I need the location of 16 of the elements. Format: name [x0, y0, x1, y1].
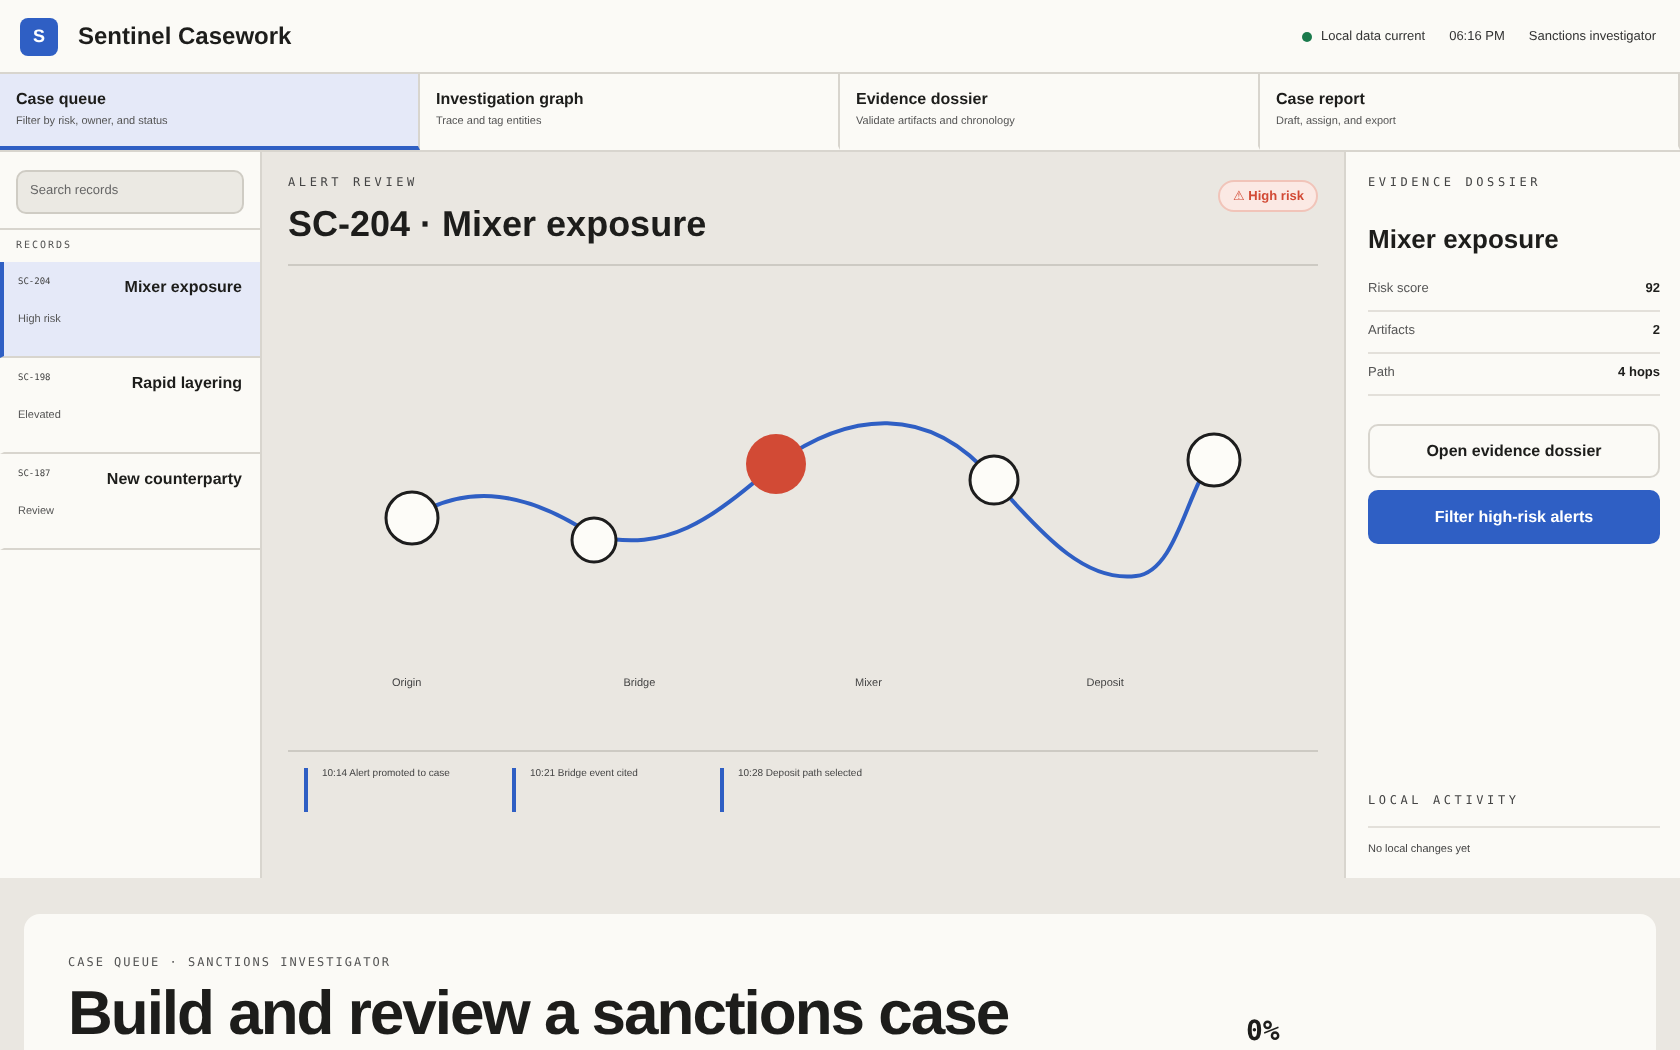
- open-button[interactable]: Open evidence dossier: [1368, 424, 1660, 478]
- graph-node[interactable]: [1186, 432, 1242, 488]
- card-title: Build and review a sanctions case: [68, 978, 1011, 1050]
- event-marker: [720, 768, 724, 812]
- event-marker: [512, 768, 516, 812]
- app-logo: S: [20, 17, 58, 55]
- progress-percent: 0%: [1246, 1016, 1280, 1050]
- filter-button[interactable]: Filter high-risk alerts: [1368, 490, 1660, 544]
- app-title: Sentinel Casework: [78, 22, 292, 50]
- alert-title: SC-204 · Mixer exposure: [288, 204, 707, 246]
- graph-node[interactable]: [570, 516, 618, 564]
- dossier-title: Mixer exposure: [1368, 224, 1561, 254]
- graph-node[interactable]: [746, 434, 806, 494]
- graph-node[interactable]: [968, 454, 1020, 506]
- event-marker: [304, 768, 308, 812]
- graph-node[interactable]: [384, 490, 440, 546]
